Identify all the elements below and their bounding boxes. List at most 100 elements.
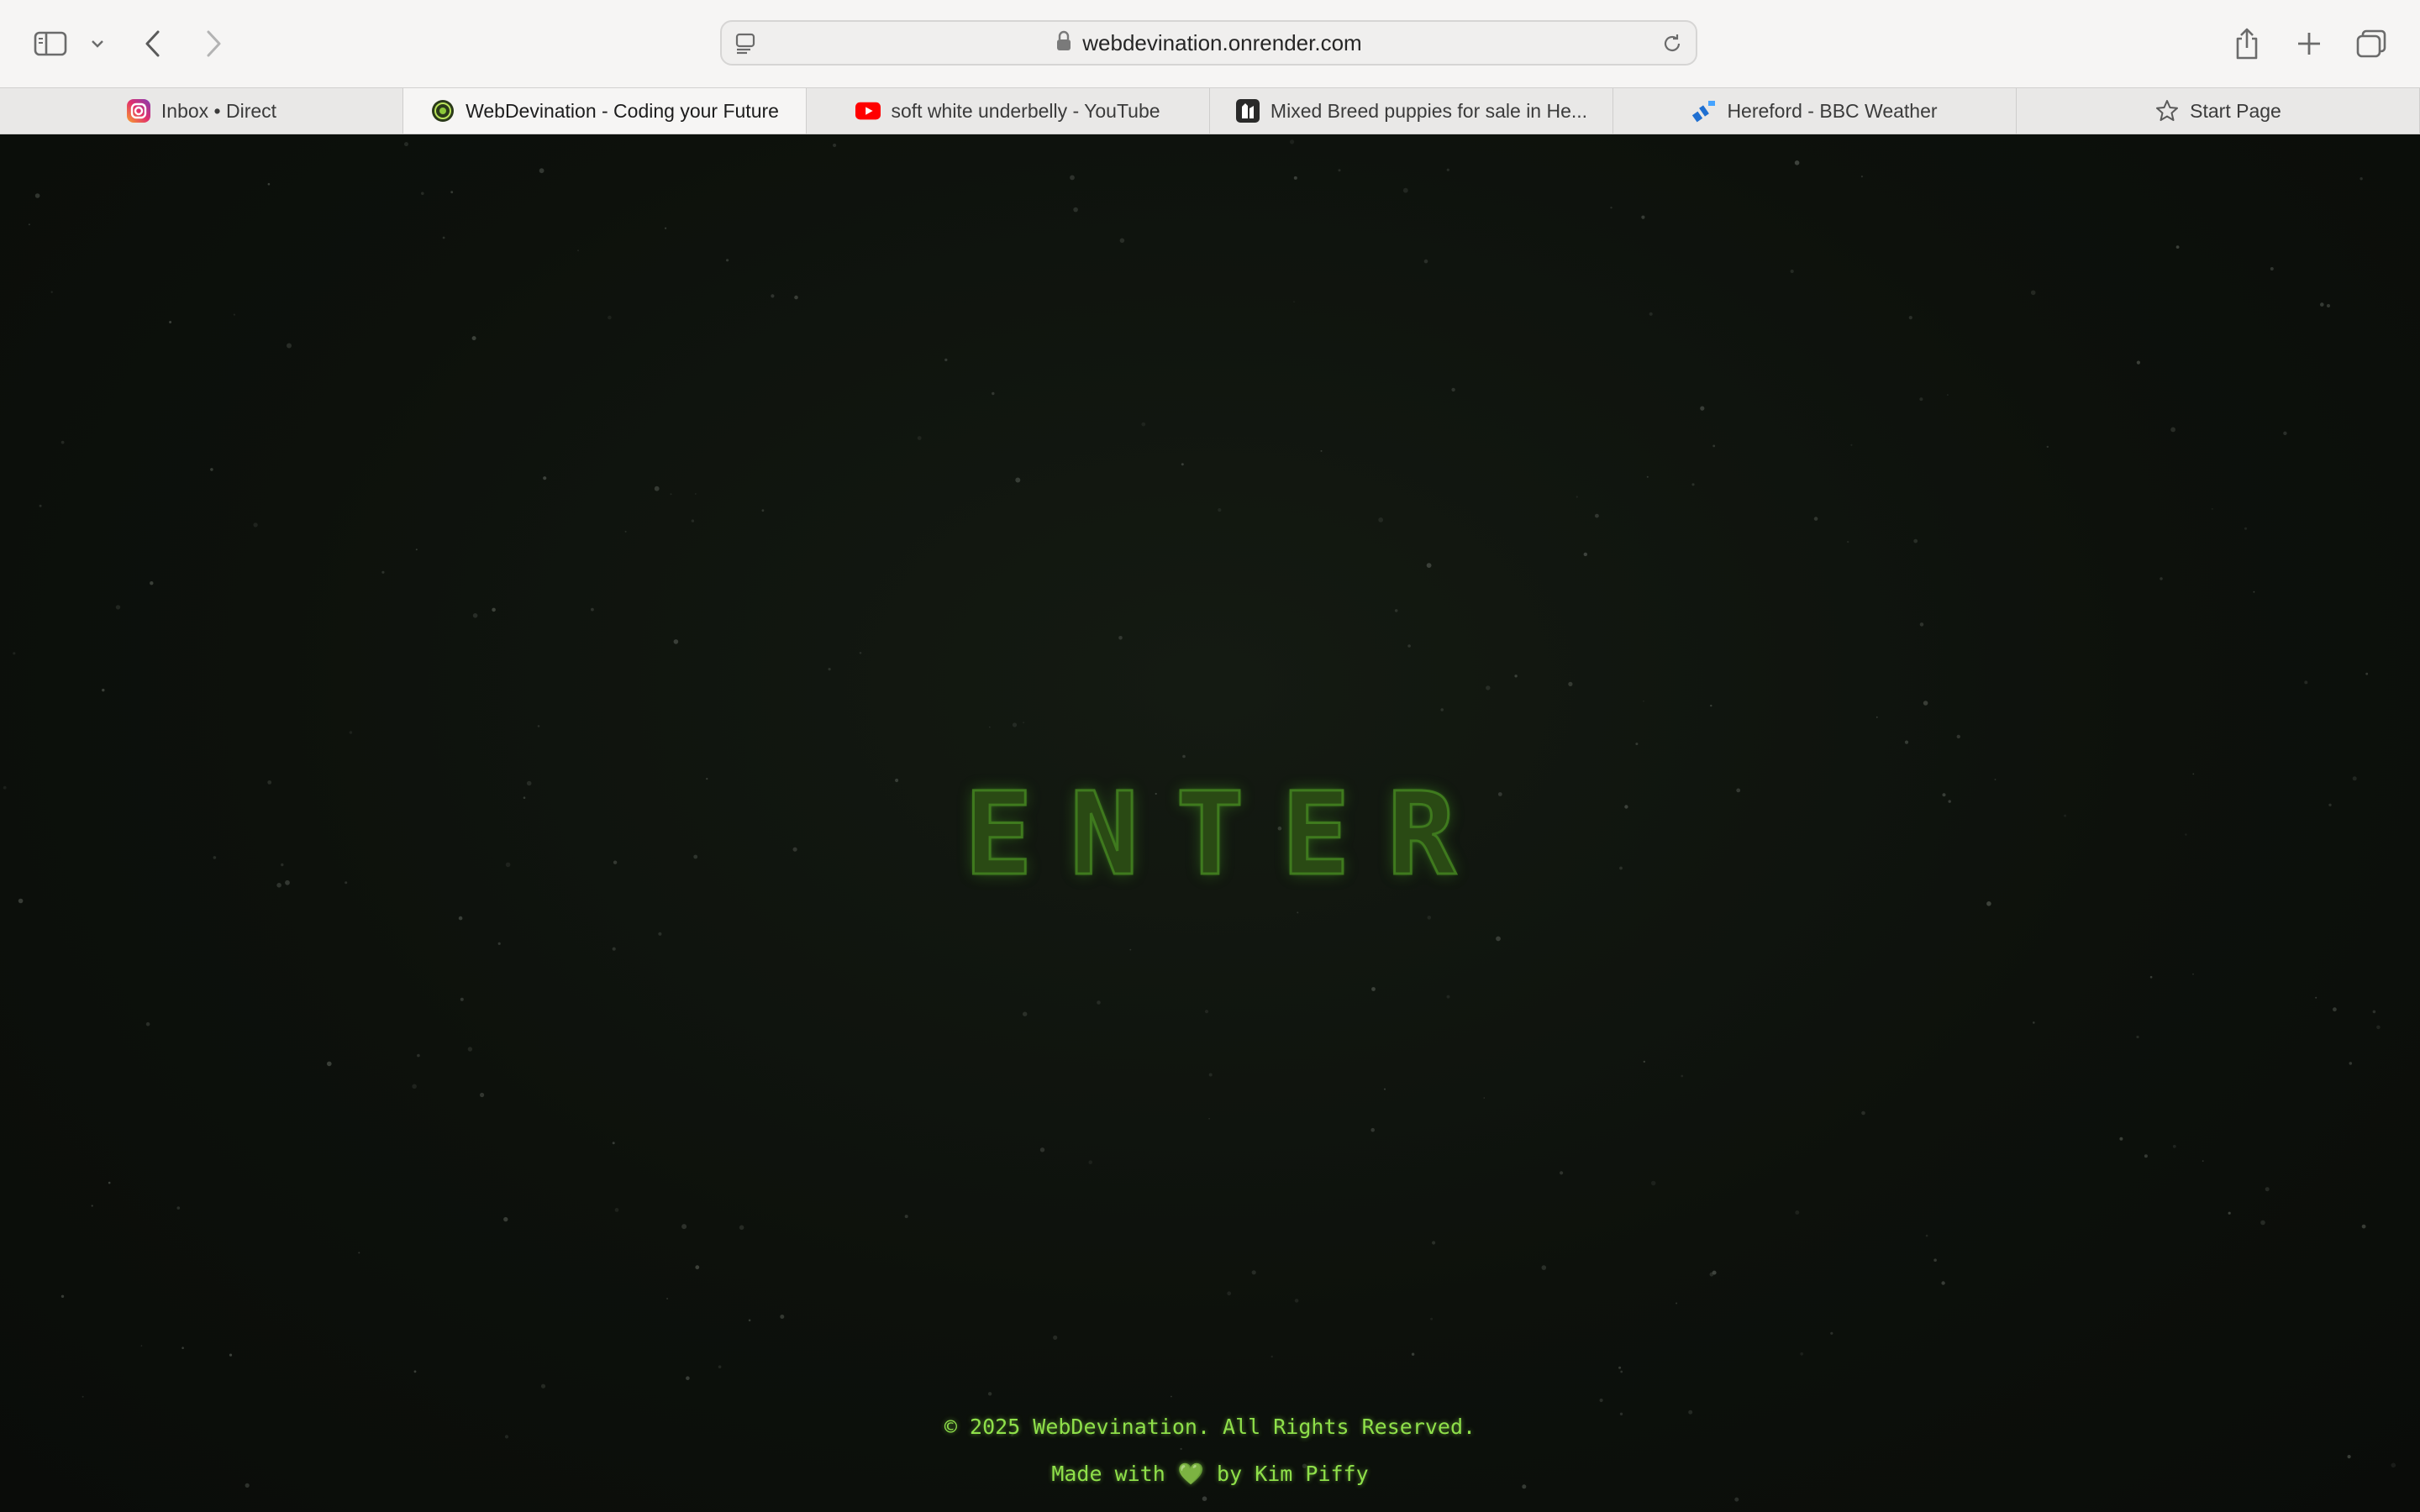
star-dot — [39, 504, 42, 507]
star-dot — [1913, 538, 1918, 543]
star-dot — [1053, 1335, 1058, 1340]
star-dot — [1643, 1060, 1646, 1063]
star-dot — [1923, 701, 1928, 706]
tab-overview-icon[interactable] — [2346, 18, 2396, 69]
star-dot — [665, 227, 667, 229]
star-dot — [1583, 552, 1588, 557]
star-dot — [1446, 995, 1450, 999]
star-dot — [1119, 238, 1125, 244]
star-dot — [1012, 722, 1018, 727]
star-dot — [1290, 139, 1295, 144]
star-dot — [1426, 563, 1432, 568]
star-dot — [1251, 1270, 1256, 1275]
star-dot — [591, 607, 594, 612]
star-dot — [2365, 672, 2369, 675]
tab-youtube[interactable]: soft white underbelly - YouTube — [807, 88, 1210, 134]
star-dot — [1649, 312, 1653, 316]
footer-credit: Made with 💚 by Kim Piffy — [0, 1462, 2420, 1487]
star-dot — [828, 668, 831, 671]
star-dot — [673, 639, 679, 644]
reload-icon[interactable] — [1660, 32, 1684, 60]
star-dot — [2136, 360, 2140, 365]
star-dot — [150, 581, 154, 585]
star-dot — [1681, 1074, 1684, 1078]
made-with-prefix: Made with — [1051, 1462, 1165, 1486]
chevron-down-icon[interactable] — [72, 18, 123, 69]
star-dot — [780, 1315, 785, 1319]
star-dot — [381, 570, 385, 574]
star-dot — [2253, 591, 2255, 593]
star-dot — [1650, 1180, 1656, 1186]
star-dot — [612, 947, 616, 951]
star-dot — [739, 1225, 744, 1231]
star-dot — [1432, 1241, 1436, 1245]
star-dot — [1610, 207, 1612, 209]
enter-button[interactable]: ENTER — [0, 768, 2420, 903]
star-dot — [670, 493, 672, 496]
star-dot — [253, 522, 258, 528]
tab-puppies[interactable]: Mixed Breed puppies for sale in He... — [1210, 88, 1613, 134]
star-dot — [726, 259, 729, 262]
url-text[interactable]: webdevination.onrender.com — [1082, 30, 1361, 56]
star-dot — [2361, 1224, 2366, 1229]
star-dot — [1700, 406, 1705, 411]
star-dot — [34, 193, 40, 198]
tab-label: Inbox • Direct — [160, 99, 277, 122]
share-icon[interactable] — [2222, 18, 2272, 69]
star-dot — [2046, 445, 2049, 449]
tab-bbc-weather[interactable]: Hereford - BBC Weather — [1613, 88, 2017, 134]
new-tab-button[interactable] — [2284, 18, 2334, 69]
star-dot — [415, 549, 418, 551]
star-dot — [1202, 1496, 1207, 1501]
lock-icon — [1055, 30, 1072, 56]
star-dot — [1293, 301, 1295, 303]
star-dot — [1204, 1010, 1209, 1014]
star-dot — [327, 1061, 332, 1067]
star-dot — [1181, 463, 1184, 466]
tab-label: WebDevination - Coding your Future — [466, 99, 779, 122]
star-dot — [460, 997, 464, 1001]
star-dot — [480, 1092, 485, 1098]
star-dot — [1370, 1127, 1375, 1132]
star-dot — [1320, 449, 1323, 452]
tab-start-page[interactable]: Start Page — [2017, 88, 2420, 134]
page-content: ENTER © 2025 WebDevination. All Rights R… — [0, 134, 2420, 1512]
star-dot — [695, 1265, 700, 1270]
star-dot — [1794, 160, 1800, 165]
star-dot — [1514, 675, 1518, 678]
star-dot — [1933, 1258, 1937, 1262]
address-bar[interactable]: webdevination.onrender.com — [720, 20, 1697, 66]
tab-label: Start Page — [2190, 99, 2281, 122]
star-dot — [182, 1347, 184, 1349]
star-dot — [1712, 1270, 1717, 1275]
star-dot — [654, 486, 660, 491]
forward-button[interactable] — [188, 18, 239, 69]
star-dot — [989, 726, 991, 728]
star-dot — [349, 731, 353, 734]
star-dot — [1947, 394, 1949, 396]
star-dot — [2202, 1160, 2204, 1162]
browser-toolbar: webdevination.onrender.com — [0, 0, 2420, 87]
star-dot — [2228, 1211, 2231, 1215]
tab-webdevination[interactable]: WebDevination - Coding your Future — [403, 88, 807, 134]
star-dot — [2192, 973, 2194, 975]
star-dot — [2136, 1035, 2139, 1039]
sidebar-icon[interactable] — [25, 18, 76, 69]
star-dot — [472, 613, 478, 618]
star-dot — [1734, 1497, 1739, 1502]
star-dot — [748, 1319, 751, 1322]
star-dot — [2260, 1220, 2265, 1226]
star-dot — [60, 1294, 65, 1299]
star-dot — [577, 249, 579, 252]
star-dot — [2033, 1021, 2035, 1024]
star-dot — [794, 295, 798, 300]
star-dot — [1876, 717, 1878, 718]
star-dot — [1430, 1317, 1434, 1320]
star-dot — [115, 605, 121, 610]
back-button[interactable] — [128, 18, 178, 69]
star-dot — [1023, 1011, 1028, 1016]
star-dot — [1986, 901, 1991, 906]
tab-instagram[interactable]: Inbox • Direct — [0, 88, 403, 134]
star-dot — [1208, 1117, 1210, 1120]
star-dot — [1427, 916, 1432, 920]
